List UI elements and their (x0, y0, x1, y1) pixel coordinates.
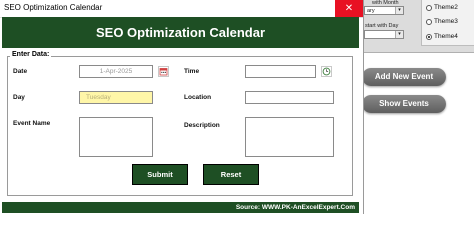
theme3-option[interactable]: Theme3 (426, 18, 458, 25)
radio-selected-icon (426, 33, 432, 40)
description-label: Description (184, 122, 220, 129)
day-label: Day (13, 94, 25, 101)
theme4-option[interactable]: Theme4 (426, 33, 458, 40)
add-new-event-button[interactable]: Add New Event (362, 68, 446, 86)
header-banner: SEO Optimization Calendar (2, 17, 359, 48)
userform-window: SEO Optimization Calendar ✕ SEO Optimiza… (0, 0, 364, 214)
close-button[interactable]: ✕ (335, 0, 363, 17)
event-name-field[interactable] (79, 117, 153, 157)
chevron-down-icon: ▾ (395, 7, 403, 14)
date-label: Date (13, 68, 28, 75)
description-field[interactable] (245, 117, 334, 157)
event-name-label: Event Name (13, 120, 51, 127)
time-label: Time (184, 68, 200, 75)
theme2-option[interactable]: Theme2 (426, 4, 458, 11)
location-label: Location (184, 94, 212, 101)
start-month-dropdown[interactable]: ary ▾ (364, 6, 404, 15)
radio-icon (426, 18, 432, 25)
theme3-label: Theme3 (434, 18, 458, 25)
time-field[interactable] (245, 65, 316, 78)
reset-button[interactable]: Reset (204, 165, 258, 184)
theme2-label: Theme2 (434, 4, 458, 11)
show-events-button[interactable]: Show Events (362, 95, 446, 113)
date-field[interactable]: 1-Apr-2025 (79, 65, 153, 78)
clock-icon[interactable] (321, 66, 332, 77)
footer-banner: Source: WWW.PK-AnExcelExpert.Com (2, 202, 359, 213)
location-field[interactable] (245, 91, 334, 104)
calendar-icon[interactable] (158, 66, 169, 77)
frame-label: Enter Data: (10, 51, 52, 58)
submit-button[interactable]: Submit (133, 165, 187, 184)
day-field: Tuesday (79, 91, 153, 104)
chevron-down-icon: ▾ (395, 31, 403, 38)
header-title: SEO Optimization Calendar (95, 25, 266, 40)
start-day-dropdown[interactable]: ▾ (364, 30, 404, 39)
start-month-value: ary (367, 8, 375, 14)
theme4-label: Theme4 (434, 33, 458, 40)
close-icon: ✕ (344, 3, 354, 14)
window-title: SEO Optimization Calendar (4, 3, 103, 12)
footer-source: Source: WWW.PK-AnExcelExpert.Com (235, 204, 355, 211)
start-day-label: start with Day (365, 23, 399, 29)
radio-icon (426, 4, 432, 11)
title-bar: SEO Optimization Calendar ✕ (0, 0, 363, 18)
